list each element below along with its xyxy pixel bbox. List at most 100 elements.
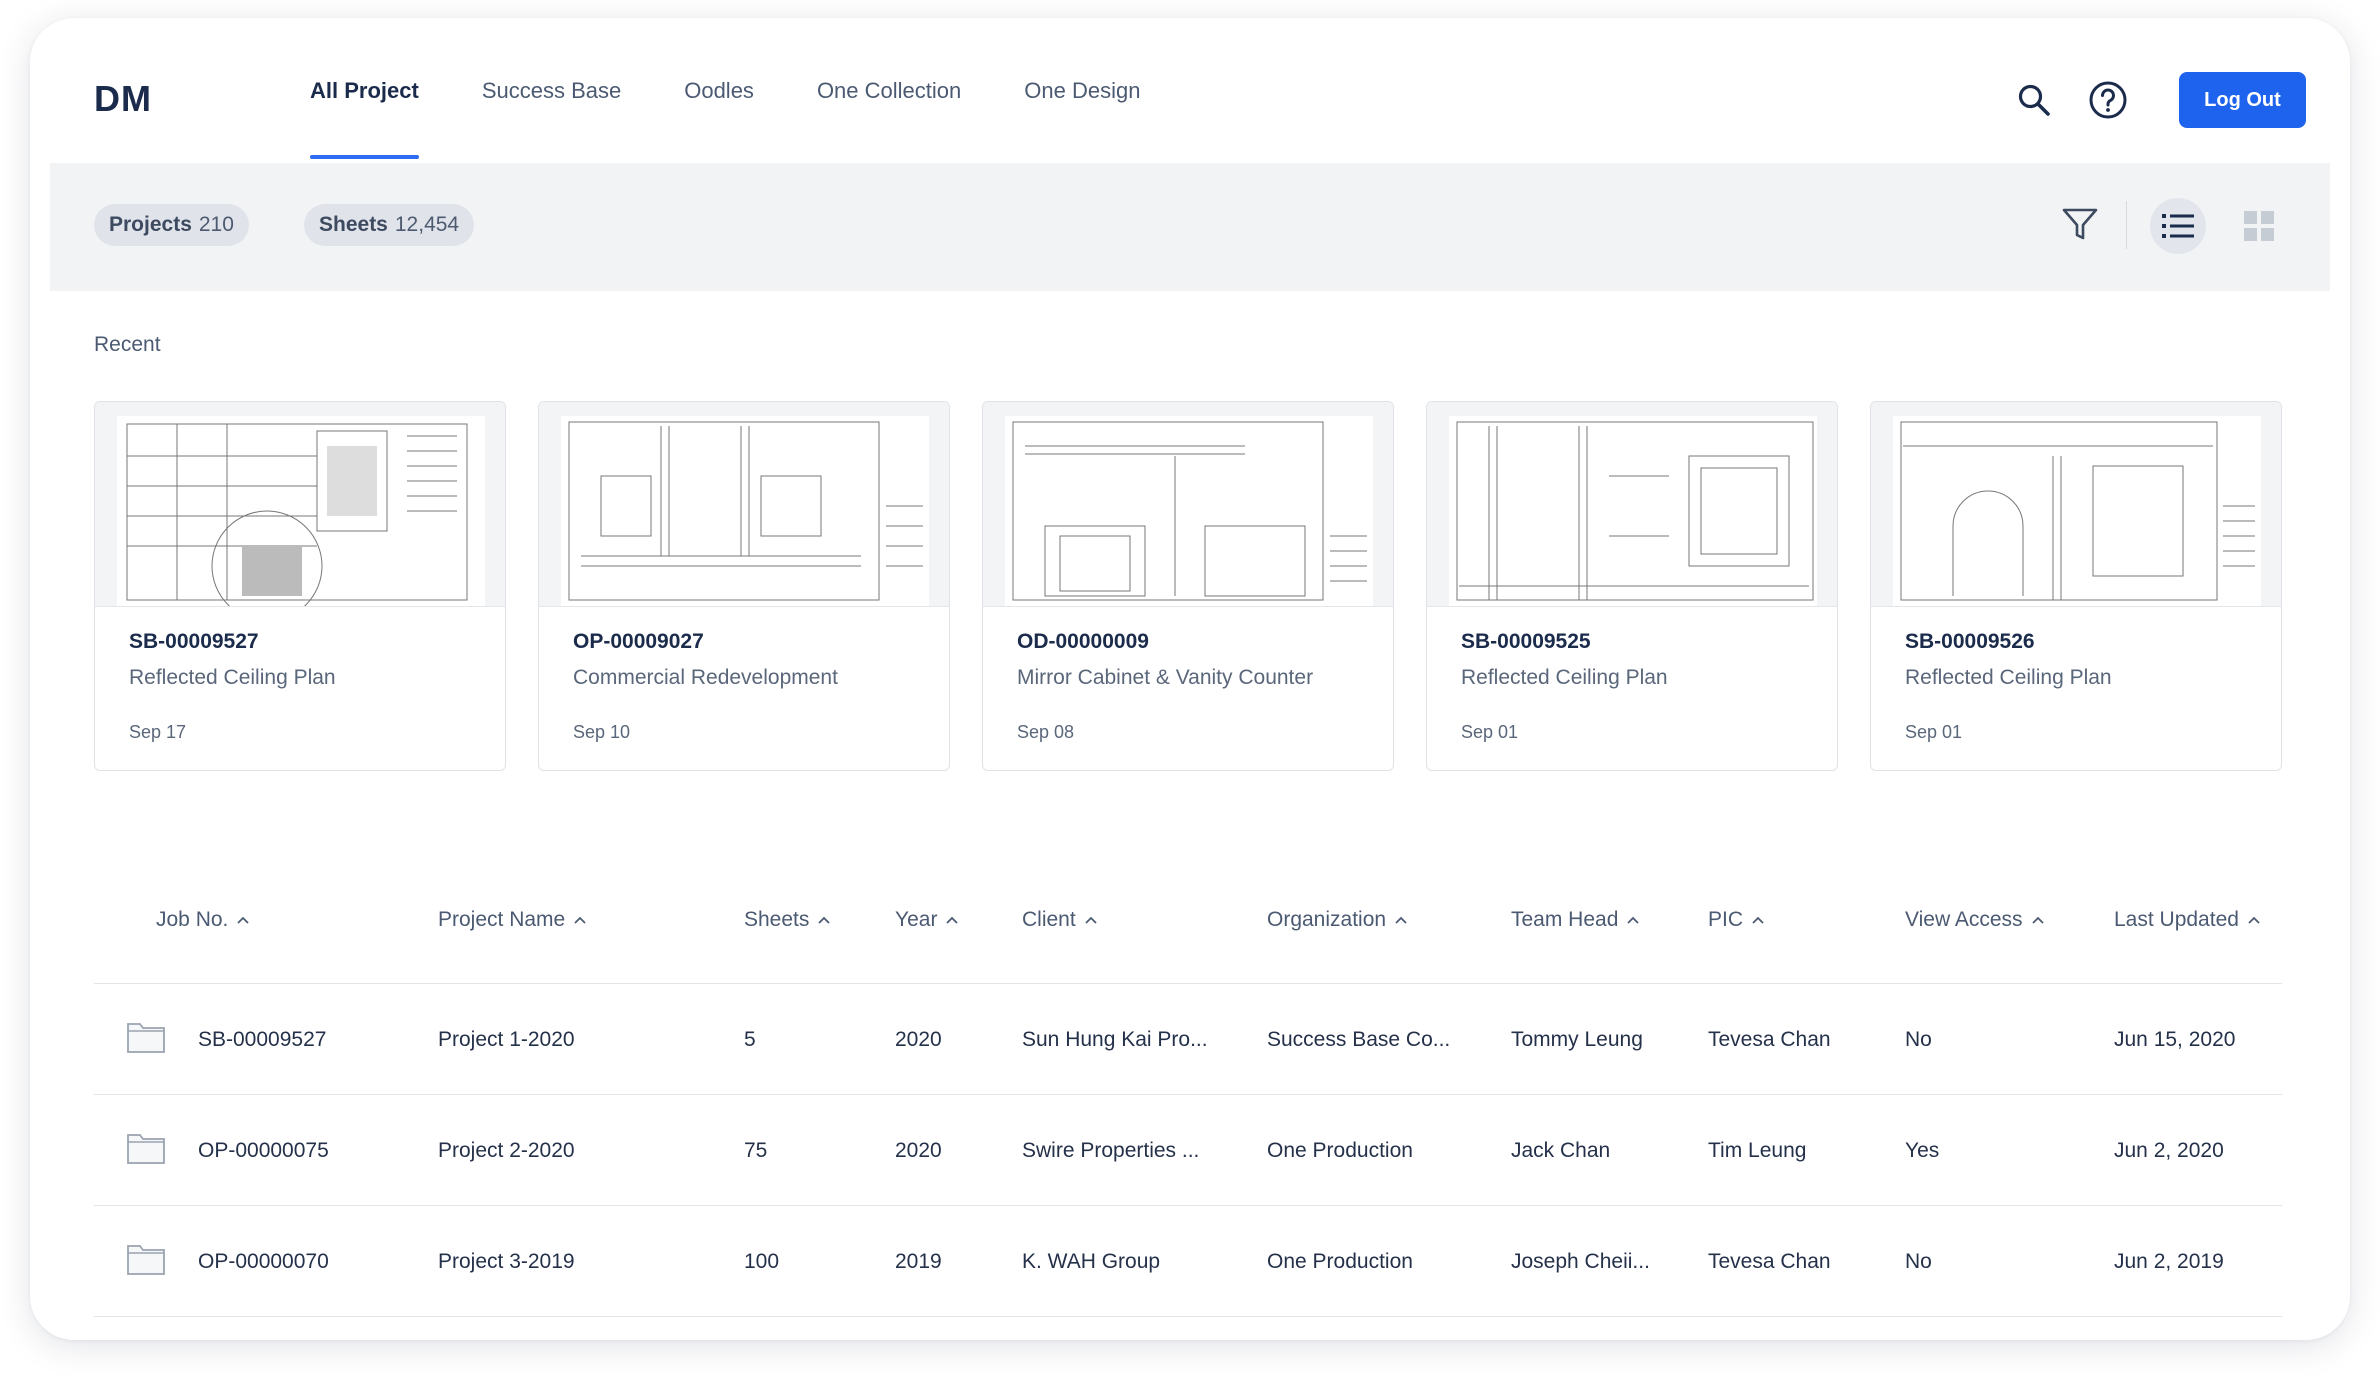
- sort-asc-icon: [818, 916, 831, 924]
- cell-organization: One Production: [1267, 1139, 1413, 1162]
- tab-all-project[interactable]: All Project: [310, 18, 419, 163]
- sort-asc-icon: [1627, 916, 1640, 924]
- cell-organization: One Production: [1267, 1250, 1413, 1273]
- column-header-organization[interactable]: Organization: [1267, 908, 1408, 932]
- folder-icon: [127, 1245, 165, 1275]
- logout-button[interactable]: Log Out: [2179, 72, 2306, 128]
- cell-year: 2020: [895, 1139, 942, 1162]
- tab-one-design[interactable]: One Design: [1024, 18, 1140, 163]
- cell-team-head: Tommy Leung: [1511, 1028, 1643, 1051]
- cell-pic: Tevesa Chan: [1708, 1250, 1831, 1273]
- cell-team-head: Joseph Cheii...: [1511, 1250, 1650, 1273]
- recent-cards: SB-00009527 Reflected Ceiling Plan Sep 1…: [94, 401, 2282, 771]
- list-view-button[interactable]: [2150, 198, 2206, 254]
- cell-team-head: Jack Chan: [1511, 1139, 1611, 1162]
- cell-sheets: 5: [744, 1028, 756, 1051]
- grid-view-icon: [2244, 211, 2274, 241]
- projects-label: Projects: [109, 213, 192, 236]
- cell-last-updated: Jun 2, 2020: [2114, 1139, 2224, 1162]
- sheets-label: Sheets: [319, 213, 388, 236]
- recent-card-code: SB-00009527: [129, 630, 259, 653]
- cell-year: 2020: [895, 1028, 942, 1051]
- table-header: Job No. Project Name Sheets Year Client …: [94, 878, 2282, 984]
- projects-count: 210: [198, 213, 234, 236]
- sort-asc-icon: [1752, 916, 1764, 924]
- cell-pic: Tim Leung: [1708, 1139, 1807, 1162]
- column-header-sheets[interactable]: Sheets: [744, 908, 831, 932]
- column-header-view-access[interactable]: View Access: [1905, 908, 2045, 932]
- app-window: DM All Project Success Base Oodles One C…: [30, 18, 2350, 1340]
- summary-bar: Projects 210 Sheets 12,454: [50, 163, 2330, 291]
- cell-sheets: 100: [744, 1250, 780, 1273]
- drawing-thumbnail: [1871, 402, 2281, 607]
- cell-project-name: Project 3-2019: [438, 1250, 575, 1273]
- table-row[interactable]: SB-00009527 Project 1-2020 5 2020 Sun Hu…: [94, 984, 2282, 1095]
- recent-card[interactable]: OP-00009027 Commercial Redevelopment Sep…: [538, 401, 950, 771]
- column-header-client[interactable]: Client: [1022, 908, 1098, 932]
- cell-project-name: Project 1-2020: [438, 1028, 575, 1051]
- tab-oodles[interactable]: Oodles: [684, 18, 754, 163]
- cell-last-updated: Jun 2, 2019: [2114, 1250, 2224, 1273]
- drawing-thumbnail: [539, 402, 949, 607]
- column-header-year[interactable]: Year: [895, 908, 959, 932]
- cell-view-access: No: [1905, 1028, 1932, 1051]
- sheets-count-badge: Sheets 12,454: [304, 204, 475, 246]
- top-nav: DM All Project Success Base Oodles One C…: [30, 18, 2350, 163]
- tab-success-base[interactable]: Success Base: [482, 18, 621, 163]
- recent-card-date: Sep 01: [1461, 722, 1519, 742]
- cell-organization: Success Base Co...: [1267, 1028, 1451, 1051]
- sort-asc-icon: [2031, 916, 2044, 924]
- search-button[interactable]: [2011, 77, 2057, 123]
- projects-count-badge: Projects 210: [94, 204, 249, 246]
- column-header-job-no[interactable]: Job No.: [156, 908, 250, 932]
- recent-card-date: Sep 10: [573, 722, 631, 742]
- cell-client: Swire Properties ...: [1022, 1139, 1200, 1162]
- help-button[interactable]: [2085, 77, 2131, 123]
- cell-view-access: No: [1905, 1250, 1932, 1273]
- recent-card[interactable]: SB-00009526 Reflected Ceiling Plan Sep 0…: [1870, 401, 2282, 771]
- filter-icon: [2062, 208, 2098, 240]
- cell-sheets: 75: [744, 1139, 768, 1162]
- cell-client: K. WAH Group: [1022, 1250, 1161, 1273]
- column-header-pic[interactable]: PIC: [1708, 908, 1765, 932]
- table-row[interactable]: OP-00000070 Project 3-2019 100 2019 K. W…: [94, 1206, 2282, 1317]
- recent-card-name: Reflected Ceiling Plan: [129, 666, 336, 689]
- table-row[interactable]: OP-00000075 Project 2-2020 75 2020 Swire…: [94, 1095, 2282, 1206]
- cell-last-updated: Jun 15, 2020: [2114, 1028, 2236, 1051]
- recent-card-code: SB-00009526: [1905, 630, 2035, 653]
- cell-job-no: SB-00009527: [198, 1028, 327, 1051]
- drawing-thumbnail: [95, 402, 505, 607]
- cell-year: 2019: [895, 1250, 942, 1273]
- column-header-project-name[interactable]: Project Name: [438, 908, 587, 932]
- search-icon: [2018, 84, 2050, 116]
- sort-asc-icon: [1085, 916, 1097, 924]
- filter-button[interactable]: [2061, 205, 2099, 248]
- recent-card-code: SB-00009525: [1461, 630, 1591, 653]
- folder-icon: [127, 1023, 165, 1053]
- tab-one-collection[interactable]: One Collection: [817, 18, 961, 163]
- grid-view-button[interactable]: [2244, 211, 2274, 241]
- folder-icon: [127, 1134, 165, 1164]
- drawing-thumbnail: [983, 402, 1393, 607]
- sort-asc-icon: [946, 916, 959, 924]
- sheets-count: 12,454: [394, 213, 460, 236]
- cell-client: Sun Hung Kai Pro...: [1022, 1028, 1208, 1051]
- recent-card-code: OD-00000009: [1017, 630, 1149, 653]
- column-header-last-updated[interactable]: Last Updated: [2114, 908, 2261, 932]
- recent-card-code: OP-00009027: [573, 630, 704, 653]
- recent-card[interactable]: SB-00009527 Reflected Ceiling Plan Sep 1…: [94, 401, 506, 771]
- recent-card[interactable]: SB-00009525 Reflected Ceiling Plan Sep 0…: [1426, 401, 1838, 771]
- drawing-thumbnail: [1427, 402, 1837, 607]
- help-icon: [2089, 81, 2127, 119]
- recent-card-name: Mirror Cabinet & Vanity Counter: [1017, 666, 1314, 689]
- recent-heading: Recent: [94, 333, 161, 356]
- cell-job-no: OP-00000075: [198, 1139, 329, 1162]
- recent-card[interactable]: OD-00000009 Mirror Cabinet & Vanity Coun…: [982, 401, 1394, 771]
- recent-card-name: Reflected Ceiling Plan: [1461, 666, 1668, 689]
- column-header-team-head[interactable]: Team Head: [1511, 908, 1640, 932]
- cell-project-name: Project 2-2020: [438, 1139, 575, 1162]
- recent-card-date: Sep 17: [129, 722, 187, 742]
- sort-asc-icon: [2248, 916, 2260, 924]
- recent-card-name: Commercial Redevelopment: [573, 666, 838, 689]
- projects-table: Job No. Project Name Sheets Year Client …: [94, 878, 2282, 1317]
